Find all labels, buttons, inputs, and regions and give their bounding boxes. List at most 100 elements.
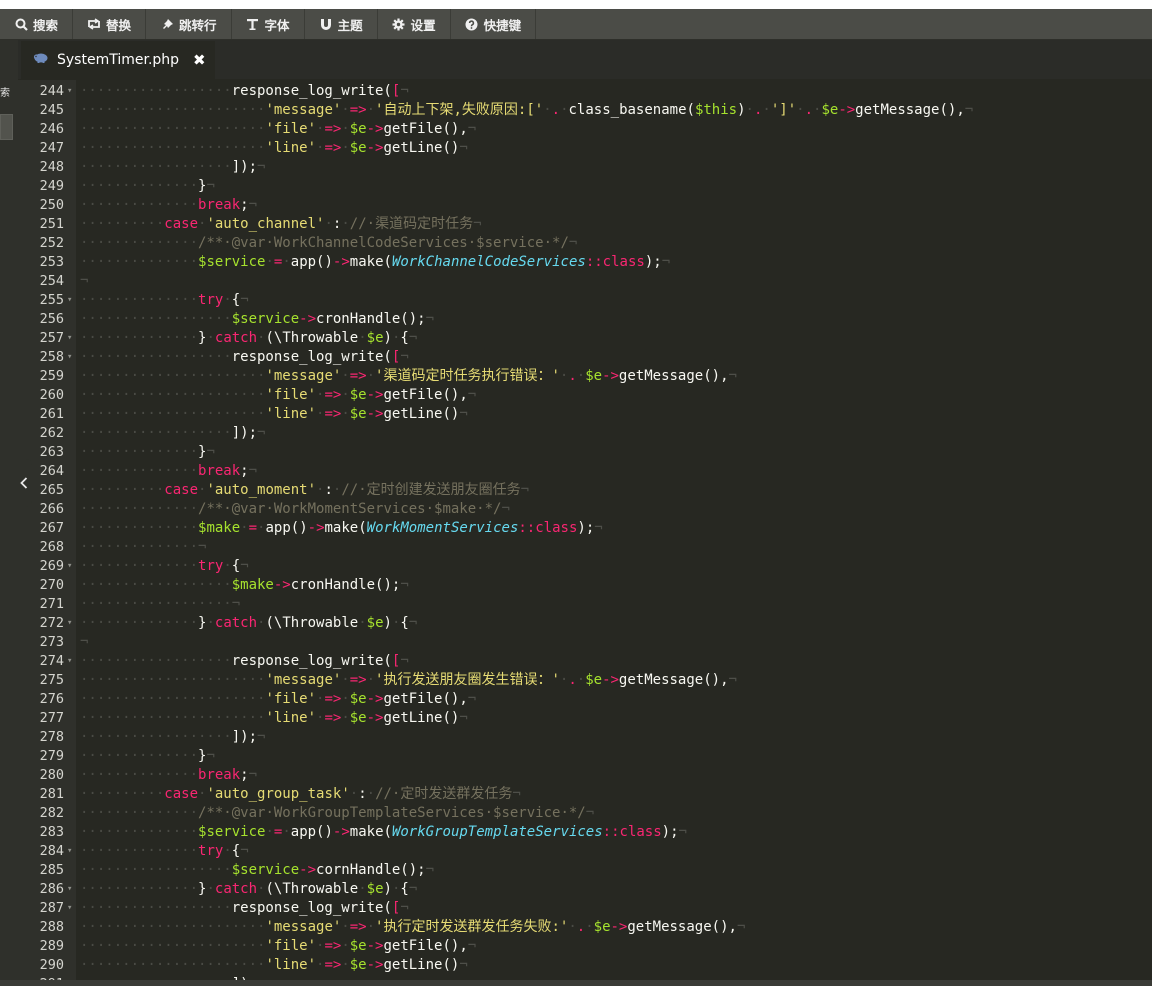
code-line[interactable]: 260 ······················'file'·=>·$e->g… — [18, 386, 1152, 405]
code-line[interactable]: 262 ··················]);¬ — [18, 424, 1152, 443]
code-token: ); — [577, 520, 595, 536]
code-line[interactable]: 248 ··················]);¬ — [18, 158, 1152, 177]
tab-systemtimer[interactable]: SystemTimer.php ✖ — [21, 41, 215, 79]
code-line[interactable]: 257 ▾ ··············}·catch·(\Throwable·$e… — [18, 329, 1152, 348]
code-token: ¬ — [248, 197, 258, 213]
code-line[interactable]: 244 ▾ ··················response_log_write… — [18, 82, 1152, 101]
code-line[interactable]: 247 ······················'line'·=>·$e->g… — [18, 139, 1152, 158]
code-token: · — [585, 919, 594, 935]
code-token: · — [366, 919, 376, 935]
code-line[interactable]: 263 ··············}¬ — [18, 443, 1152, 462]
code-line[interactable]: 272 ▾ ··············}·catch·(\Throwable·$e… — [18, 614, 1152, 633]
code-token: $e — [349, 387, 367, 403]
fold-arrow-icon[interactable]: ▾ — [67, 652, 72, 671]
code-line[interactable]: 280 ··············break;¬ — [18, 766, 1152, 785]
code-token: · — [206, 615, 215, 631]
code-line[interactable]: 288 ······················'message'·=>·'执… — [18, 918, 1152, 937]
code-line[interactable]: 275 ······················'message'·=>·'执… — [18, 671, 1152, 690]
code-line[interactable]: 270 ··················$make->cronHandle()… — [18, 576, 1152, 595]
fold-arrow-icon[interactable]: ▾ — [67, 899, 72, 918]
code-editor[interactable]: 244 ▾ ··················response_log_write… — [18, 80, 1152, 986]
code-token: getLine() — [383, 140, 460, 156]
fold-arrow-icon[interactable]: ▾ — [67, 842, 72, 861]
left-panel-input-fragment[interactable] — [0, 114, 13, 140]
code-line[interactable]: 285 ··················$service->cornHandl… — [18, 861, 1152, 880]
code-line[interactable]: 269 ▾ ··············try·{¬ — [18, 557, 1152, 576]
code-line[interactable]: 259 ······················'message'·=>·'渠… — [18, 367, 1152, 386]
goto-line-button[interactable]: 跳转行 — [146, 9, 232, 39]
code-line[interactable]: 274 ▾ ··················response_log_write… — [18, 652, 1152, 671]
left-panel-strip — [0, 40, 18, 986]
code-token: getMessage(), — [618, 368, 729, 384]
code-line[interactable]: 289 ······················'file'·=>·$e->g… — [18, 937, 1152, 956]
code-line[interactable]: 252 ··············/**·@var·WorkChannelCod… — [18, 234, 1152, 253]
code-token: ]); — [231, 159, 258, 175]
shortcuts-button[interactable]: 快捷键 — [451, 9, 537, 39]
search-button[interactable]: 搜索 — [0, 9, 74, 39]
code-line[interactable]: 279 ··············}¬ — [18, 747, 1152, 766]
line-number: 257 — [39, 330, 64, 346]
fold-arrow-icon[interactable]: ▾ — [67, 557, 72, 576]
code-line[interactable]: 281 ··········case·'auto_group_task'·:·//… — [18, 785, 1152, 804]
code-line[interactable]: 251 ··········case·'auto_channel'·:·//·渠道… — [18, 215, 1152, 234]
code-token: catch — [214, 330, 258, 346]
replace-button[interactable]: 替换 — [73, 9, 147, 39]
code-line[interactable]: 286 ▾ ··············}·catch·(\Throwable·$e… — [18, 880, 1152, 899]
code-line[interactable]: 246 ······················'file'·=>·$e->g… — [18, 120, 1152, 139]
code-text: ······················'line'·=>·$e->getL… — [80, 956, 468, 975]
code-line[interactable]: 261 ······················'line'·=>·$e->g… — [18, 405, 1152, 424]
code-line[interactable]: 258 ▾ ··················response_log_write… — [18, 348, 1152, 367]
code-line[interactable]: 254 ¬ — [18, 272, 1152, 291]
replace-label: 替换 — [106, 17, 132, 33]
code-line[interactable]: 250 ··············break;¬ — [18, 196, 1152, 215]
code-text: ··············try·{¬ — [80, 557, 249, 576]
code-line[interactable]: 255 ▾ ··············try·{¬ — [18, 291, 1152, 310]
code-line[interactable]: 266 ··············/**·@var·WorkMomentServ… — [18, 500, 1152, 519]
code-text: ······················'message'·=>·'渠道码定… — [80, 367, 737, 386]
settings-button[interactable]: 设置 — [378, 9, 451, 39]
fold-arrow-icon[interactable]: ▾ — [67, 82, 72, 101]
code-text: ··············/**·@var·WorkChannelCodeSe… — [80, 234, 577, 253]
code-line[interactable]: 256 ··················$service->cronHandl… — [18, 310, 1152, 329]
close-icon[interactable]: ✖ — [193, 51, 206, 69]
code-line[interactable]: 271 ··················¬ — [18, 595, 1152, 614]
fold-arrow-icon[interactable]: ▾ — [67, 348, 72, 367]
code-line[interactable]: 253 ··············$service·=·app()->make(… — [18, 253, 1152, 272]
code-line[interactable]: 249 ··············}¬ — [18, 177, 1152, 196]
fold-arrow-icon[interactable]: ▾ — [67, 291, 72, 310]
code-line[interactable]: 278 ··················]);¬ — [18, 728, 1152, 747]
code-line[interactable]: 267 ··············$make·=·app()->make(Wor… — [18, 519, 1152, 538]
code-line[interactable]: 277 ······················'line'·=>·$e->g… — [18, 709, 1152, 728]
fold-arrow-icon[interactable]: ▾ — [67, 329, 72, 348]
code-line[interactable]: 282 ··············/**·@var·WorkGroupTempl… — [18, 804, 1152, 823]
code-line[interactable]: 283 ··············$service·=·app()->make(… — [18, 823, 1152, 842]
code-token: ¬ — [80, 634, 89, 650]
line-number: 254 — [39, 273, 64, 289]
code-token: 'message' — [265, 368, 342, 384]
fold-arrow-icon[interactable]: ▾ — [67, 614, 72, 633]
font-button[interactable]: 字体 — [232, 9, 305, 39]
code-line[interactable]: 268 ··············¬ — [18, 538, 1152, 557]
code-line[interactable]: 245 ······················'message'·=>·'自… — [18, 101, 1152, 120]
code-token: case — [164, 786, 199, 802]
horizontal-scrollbar[interactable] — [0, 980, 1152, 986]
code-token: => — [349, 919, 367, 935]
code-token: ¬ — [80, 273, 89, 289]
code-line[interactable]: 273 ¬ — [18, 633, 1152, 652]
code-token: => — [349, 368, 367, 384]
fold-arrow-icon[interactable]: ▾ — [67, 880, 72, 899]
code-token: ¬ — [248, 463, 258, 479]
code-token: ¬ — [467, 938, 477, 954]
code-line[interactable]: 264 ··············break;¬ — [18, 462, 1152, 481]
code-line[interactable]: 276 ······················'file'·=>·$e->g… — [18, 690, 1152, 709]
code-line[interactable]: 287 ▾ ··················response_log_write… — [18, 899, 1152, 918]
code-token: getMessage(), — [627, 919, 737, 935]
collapse-panel-button[interactable] — [16, 459, 32, 507]
code-line[interactable]: 265 ··········case·'auto_moment'·:·//·定时创… — [18, 481, 1152, 500]
code-line[interactable]: 290 ······················'line'·=>·$e->g… — [18, 956, 1152, 975]
theme-button[interactable]: 主题 — [305, 9, 378, 39]
code-token: $service — [231, 311, 300, 327]
code-token: · — [576, 672, 586, 688]
code-line[interactable]: 284 ▾ ··············try·{¬ — [18, 842, 1152, 861]
code-token: { — [400, 615, 409, 631]
